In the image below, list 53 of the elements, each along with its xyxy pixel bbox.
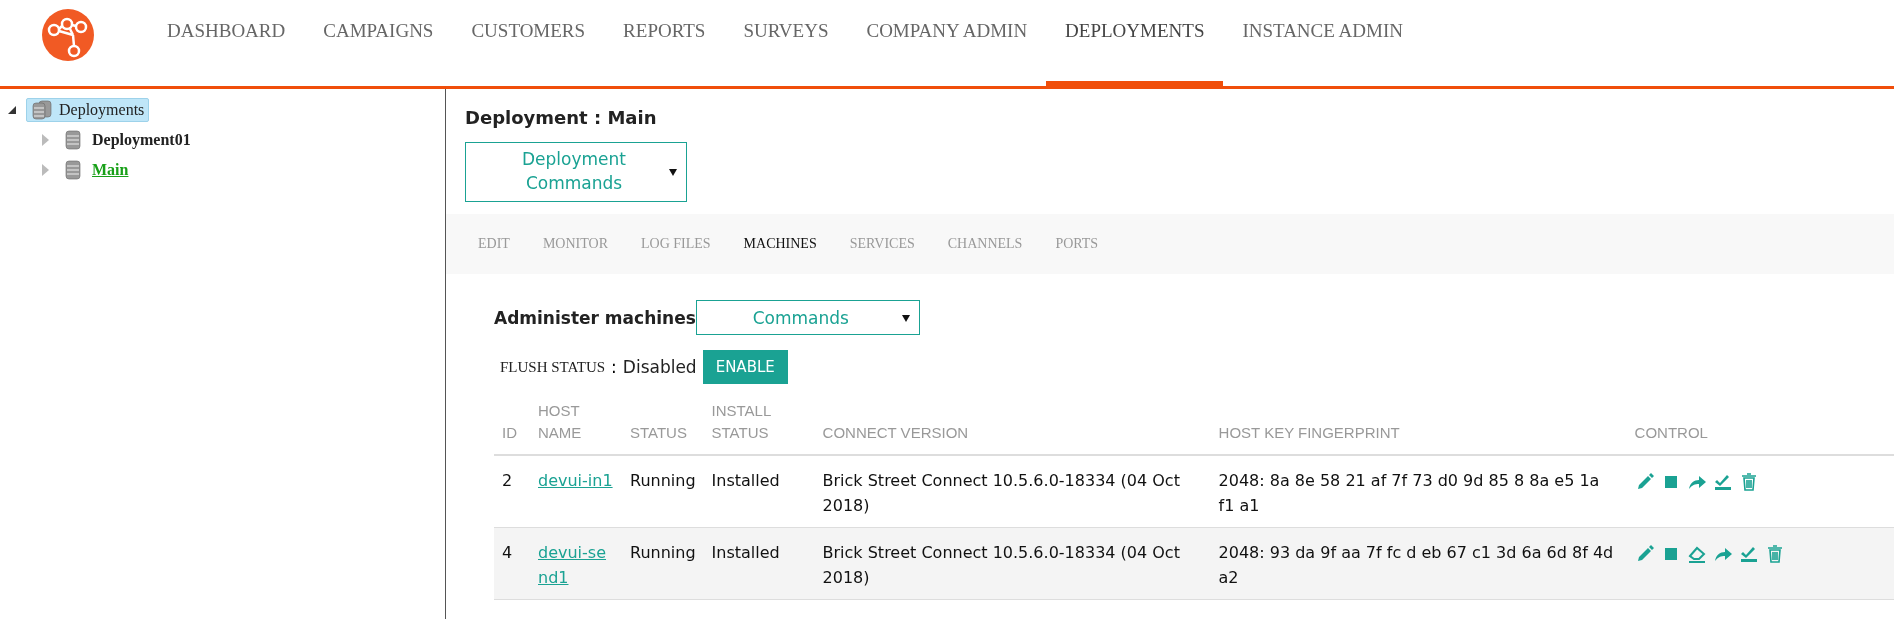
- tree-item[interactable]: Deployment01: [59, 128, 196, 152]
- tab[interactable]: EDIT: [463, 236, 528, 252]
- column-header: INSTALL STATUS: [711, 402, 771, 441]
- nav-tab[interactable]: SURVEYS: [724, 0, 848, 89]
- flush-status-label: FLUSH STATUS: [500, 358, 606, 376]
- tab[interactable]: MONITOR: [527, 236, 626, 252]
- database-icon: [64, 130, 82, 150]
- column-header: STATUS: [630, 423, 687, 441]
- table-cell: 2: [502, 470, 513, 490]
- flush-status-value: Disabled: [622, 357, 697, 377]
- tree-item[interactable]: Main: [59, 158, 134, 182]
- tree-item[interactable]: Deployments: [26, 98, 150, 122]
- database-icon: [64, 160, 82, 180]
- nav-tab[interactable]: DASHBOARD: [148, 0, 305, 89]
- nav-tab[interactable]: CAMPAIGNS: [304, 0, 453, 89]
- table-cell: Brick Street Connect 10.5.6.0-18334 (04 Oct 2018): [822, 542, 1180, 588]
- column-header: HOST KEY FINGERPRINT: [1218, 423, 1400, 441]
- nav-tab[interactable]: DEPLOYMENTS: [1046, 0, 1224, 89]
- column-header: CONTROL: [1634, 423, 1708, 441]
- tab[interactable]: SERVICES: [834, 236, 933, 252]
- table-cell: Installed: [711, 542, 780, 562]
- databases-icon: [31, 100, 53, 120]
- table-cell: Running: [630, 470, 696, 490]
- commands-dropdown[interactable]: Deployment Commands: [465, 142, 687, 202]
- expand-toggle-icon[interactable]: [8, 106, 16, 114]
- enable-button[interactable]: ENABLE: [702, 350, 788, 384]
- commands-dropdown[interactable]: Commands: [695, 300, 920, 335]
- table-cell: Brick Street Connect 10.5.6.0-18334 (04 Oct 2018): [822, 470, 1180, 516]
- host-link[interactable]: devui-in1: [538, 467, 613, 494]
- table-cell: 4: [502, 542, 513, 562]
- tab[interactable]: CHANNELS: [932, 236, 1041, 252]
- caret-icon: [669, 169, 677, 176]
- table-cell: Running: [630, 542, 696, 562]
- expand-toggle-icon[interactable]: [42, 164, 49, 176]
- tab[interactable]: LOG FILES: [625, 236, 729, 252]
- nav-tab[interactable]: INSTANCE ADMIN: [1223, 0, 1422, 89]
- table-cell: Installed: [711, 470, 780, 490]
- tab[interactable]: MACHINES: [728, 236, 835, 252]
- separator: :: [611, 357, 617, 377]
- nav-tab[interactable]: CUSTOMERS: [452, 0, 605, 89]
- tab[interactable]: PORTS: [1040, 236, 1117, 252]
- column-header: HOST NAME: [538, 402, 582, 441]
- expand-toggle-icon[interactable]: [42, 134, 49, 146]
- page-title: Deployment : Main: [465, 107, 658, 128]
- table-cell: 2048: 8a 8e 58 21 af 7f 73 d0 9d 85 8 8a e5 1a f1 a1: [1218, 470, 1600, 516]
- nav-tab[interactable]: REPORTS: [604, 0, 725, 89]
- section-title: Administer machines: [494, 307, 696, 328]
- caret-icon: [901, 314, 910, 322]
- logo-icon[interactable]: [42, 9, 94, 61]
- nav-tab[interactable]: COMPANY ADMIN: [847, 0, 1047, 89]
- column-header: CONNECT VERSION: [822, 423, 969, 441]
- table-cell: 2048: 93 da 9f aa 7f fc d eb 67 c1 3d 6a 6d 8f 4d a2: [1218, 542, 1614, 588]
- column-header: ID: [502, 423, 517, 441]
